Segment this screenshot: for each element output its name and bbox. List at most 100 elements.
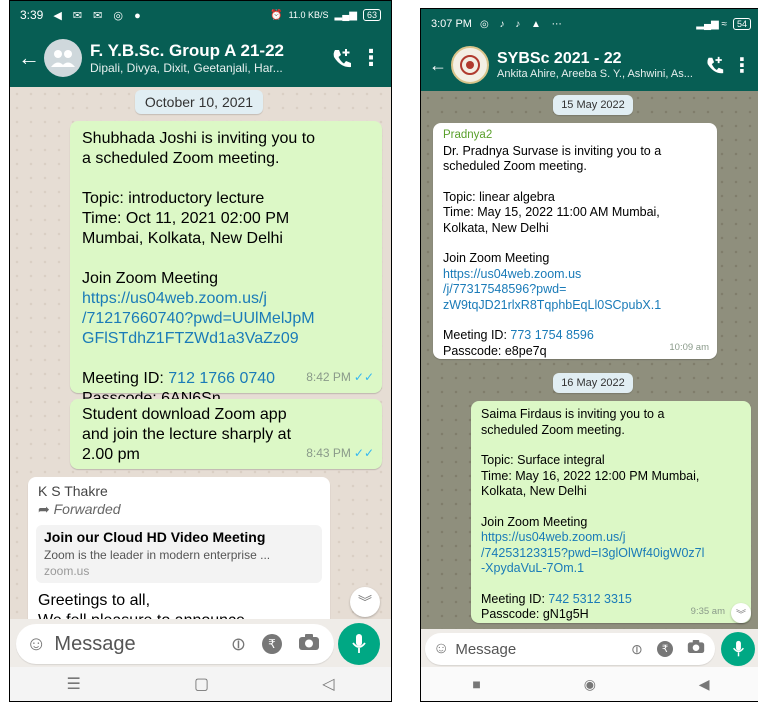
message-meta: 10:09 am [669, 340, 709, 356]
microphone-icon [352, 634, 366, 653]
chat-header: ← SYBSc 2021 - 22 Ankita Ahire, Areeba S… [421, 39, 758, 91]
recents-nav-icon[interactable]: ■ [472, 676, 480, 692]
message-line: Greetings to all, [38, 592, 151, 609]
read-ticks-icon: ✓✓ [353, 370, 374, 384]
date-chip: October 10, 2021 [135, 90, 263, 114]
message-body: Greetings to all, We fell pleasure to an… [38, 591, 245, 619]
message-input[interactable]: Message [455, 641, 631, 658]
college-emblem-icon [460, 55, 480, 75]
status-bar: 3:07 PM ◎ ♪ ♪ ▲ ⋯ ▂▄▆ ≈ 54 [421, 9, 758, 39]
zoom-invite-message[interactable]: Shubhada Joshi is inviting you to a sche… [70, 121, 382, 407]
message-line: Saima Firdaus is inviting you to a [481, 407, 665, 421]
meeting-id: Meeting ID: 773 1754 8596 [443, 328, 707, 344]
more-options-icon[interactable]: ⋮ [359, 45, 383, 71]
emoji-icon[interactable]: ☺ [433, 640, 449, 658]
zoom-link[interactable]: /j/77317548596?pwd= [443, 282, 707, 298]
input-bar: ☺ Message ⊘ ₹ [10, 619, 391, 669]
scroll-down-button[interactable]: ︾ [731, 603, 751, 623]
home-nav-icon[interactable]: ▢ [194, 674, 209, 694]
left-phone-screen: 3:39 ◀ ✉ ✉ ◎ ● ⏰ 11.0 KB/S ▂▄▆ 63 ← F. Y… [9, 0, 392, 702]
preview-title: Join our Cloud HD Video Meeting [44, 529, 266, 545]
recents-nav-icon[interactable]: ☰ [67, 674, 81, 694]
message-line: Dr. Pradnya Survase is inviting you to a [443, 143, 662, 158]
chat-title-area[interactable]: SYBSc 2021 - 22 Ankita Ahire, Areeba S. … [497, 50, 699, 80]
message-input-box[interactable]: ☺ Message ⊘ ₹ [16, 624, 334, 664]
message-time: 10:09 am [669, 341, 709, 353]
meeting-id-value[interactable]: 773 1754 8596 [510, 328, 593, 342]
zoom-link[interactable]: zW9tqJD21rlxR8TqphbEqLl0SCpubX.1 [443, 298, 707, 314]
meeting-time: Kolkata, New Delhi [481, 484, 587, 498]
alarm-icon: ⏰ [270, 9, 283, 21]
meeting-id-value[interactable]: 712 1766 0740 [168, 370, 275, 387]
meeting-time: Time: May 15, 2022 11:00 AM Mumbai, [443, 205, 660, 219]
back-arrow-icon[interactable]: ← [18, 45, 40, 71]
voice-message-button[interactable] [338, 623, 380, 665]
meeting-id-value[interactable]: 742 5312 3315 [548, 592, 631, 606]
scroll-down-button[interactable]: ︾ [350, 587, 380, 617]
chat-participants: Ankita Ahire, Areeba S. Y., Ashwini, As.… [497, 68, 693, 80]
message-input-box[interactable]: ☺ Message ⊘ ₹ [425, 633, 715, 665]
add-call-button[interactable] [325, 47, 359, 69]
android-nav-bar: ■ ◉ ◀ [421, 667, 758, 701]
add-call-button[interactable] [699, 55, 731, 75]
camera-icon[interactable] [298, 633, 320, 656]
zoom-invite-message-linear-algebra[interactable]: Pradnya2 Dr. Pradnya Survase is inviting… [433, 123, 717, 359]
link-preview[interactable]: Join our Cloud HD Video Meeting Zoom is … [36, 525, 322, 583]
message-sender: Pradnya2 [443, 129, 493, 141]
message-line: scheduled Zoom meeting. [481, 422, 625, 437]
date-chip: 15 May 2022 [553, 95, 633, 115]
double-chevron-down-icon: ︾ [736, 609, 746, 621]
zoom-link[interactable]: https://us04web.zoom.us [443, 267, 707, 283]
zoom-link[interactable]: /71217660740?pwd=UUlMelJpM [82, 309, 370, 329]
back-nav-icon[interactable]: ◀ [699, 676, 710, 693]
emoji-icon[interactable]: ☺ [26, 633, 46, 656]
meeting-topic: Topic: Surface integral [481, 453, 605, 467]
join-label: Join Zoom Meeting [481, 514, 588, 529]
more-options-icon[interactable]: ⋮ [731, 53, 753, 78]
student-instruction-message[interactable]: Student download Zoom app and join the l… [70, 399, 382, 469]
zoom-link[interactable]: GFlSTdhZ1FTZWd1a3VaZz09 [82, 329, 370, 349]
zoom-link[interactable]: -XpydaVuL-7Om.1 [481, 561, 741, 577]
status-time: 3:07 PM [431, 18, 472, 30]
signal-icon: ▂▄▆ ≈ [696, 18, 727, 30]
input-bar: ☺ Message ⊘ ₹ [421, 629, 758, 669]
voice-message-button[interactable] [721, 632, 755, 666]
double-chevron-down-icon: ︾ [358, 594, 372, 610]
status-time: 3:39 [20, 8, 44, 22]
meeting-time: Mumbai, Kolkata, New Delhi [82, 230, 283, 247]
home-nav-icon[interactable]: ◉ [584, 676, 596, 693]
group-avatar[interactable] [451, 46, 489, 84]
camera-icon[interactable] [687, 639, 705, 659]
chat-area: October 10, 2021 Shubhada Joshi is invit… [10, 87, 391, 619]
battery-icon: 63 [362, 9, 381, 21]
group-icon [51, 50, 75, 67]
meeting-topic: Topic: introductory lecture [82, 190, 265, 207]
zoom-link[interactable]: /74253123315?pwd=I3glOlWf40igW0z7l [481, 546, 741, 562]
message-line: a scheduled Zoom meeting. [82, 150, 280, 167]
meeting-time: Time: May 16, 2022 12:00 PM Mumbai, [481, 468, 700, 483]
chat-header: ← F. Y.B.Sc. Group A 21-22 Dipali, Divya… [10, 29, 391, 87]
chat-title: F. Y.B.Sc. Group A 21-22 [90, 41, 284, 60]
rupee-payment-icon[interactable]: ₹ [262, 634, 282, 654]
message-time: 8:42 PM [306, 370, 351, 384]
microphone-icon [732, 640, 744, 657]
phone-plus-icon [333, 49, 351, 68]
group-avatar[interactable] [44, 39, 82, 77]
chat-title-area[interactable]: F. Y.B.Sc. Group A 21-22 Dipali, Divya, … [90, 41, 325, 75]
back-arrow-icon[interactable]: ← [429, 55, 447, 76]
meeting-topic: Topic: linear algebra [443, 189, 555, 204]
rupee-payment-icon[interactable]: ₹ [657, 641, 673, 657]
meeting-id-label: Meeting ID: [443, 328, 511, 342]
zoom-invite-message-surface-integral[interactable]: Saima Firdaus is inviting you to a sched… [471, 401, 751, 623]
meeting-time: Kolkata, New Delhi [443, 220, 549, 235]
message-meta: 8:42 PM ✓✓ [306, 367, 374, 387]
message-input[interactable]: Message [54, 633, 230, 656]
forwarded-message[interactable]: K S Thakre ➦ Forwarded Join our Cloud HD… [28, 477, 330, 619]
zoom-link[interactable]: https://us04web.zoom.us/j [481, 530, 741, 546]
chat-area: 15 May 2022 Pradnya2 Dr. Pradnya Survase… [421, 91, 758, 629]
read-ticks-icon: ✓✓ [353, 446, 374, 460]
back-nav-icon[interactable]: ◁ [322, 674, 334, 694]
zoom-link[interactable]: https://us04web.zoom.us/j [82, 289, 370, 309]
chat-title: SYBSc 2021 - 22 [497, 50, 622, 67]
join-label: Join Zoom Meeting [443, 251, 550, 265]
